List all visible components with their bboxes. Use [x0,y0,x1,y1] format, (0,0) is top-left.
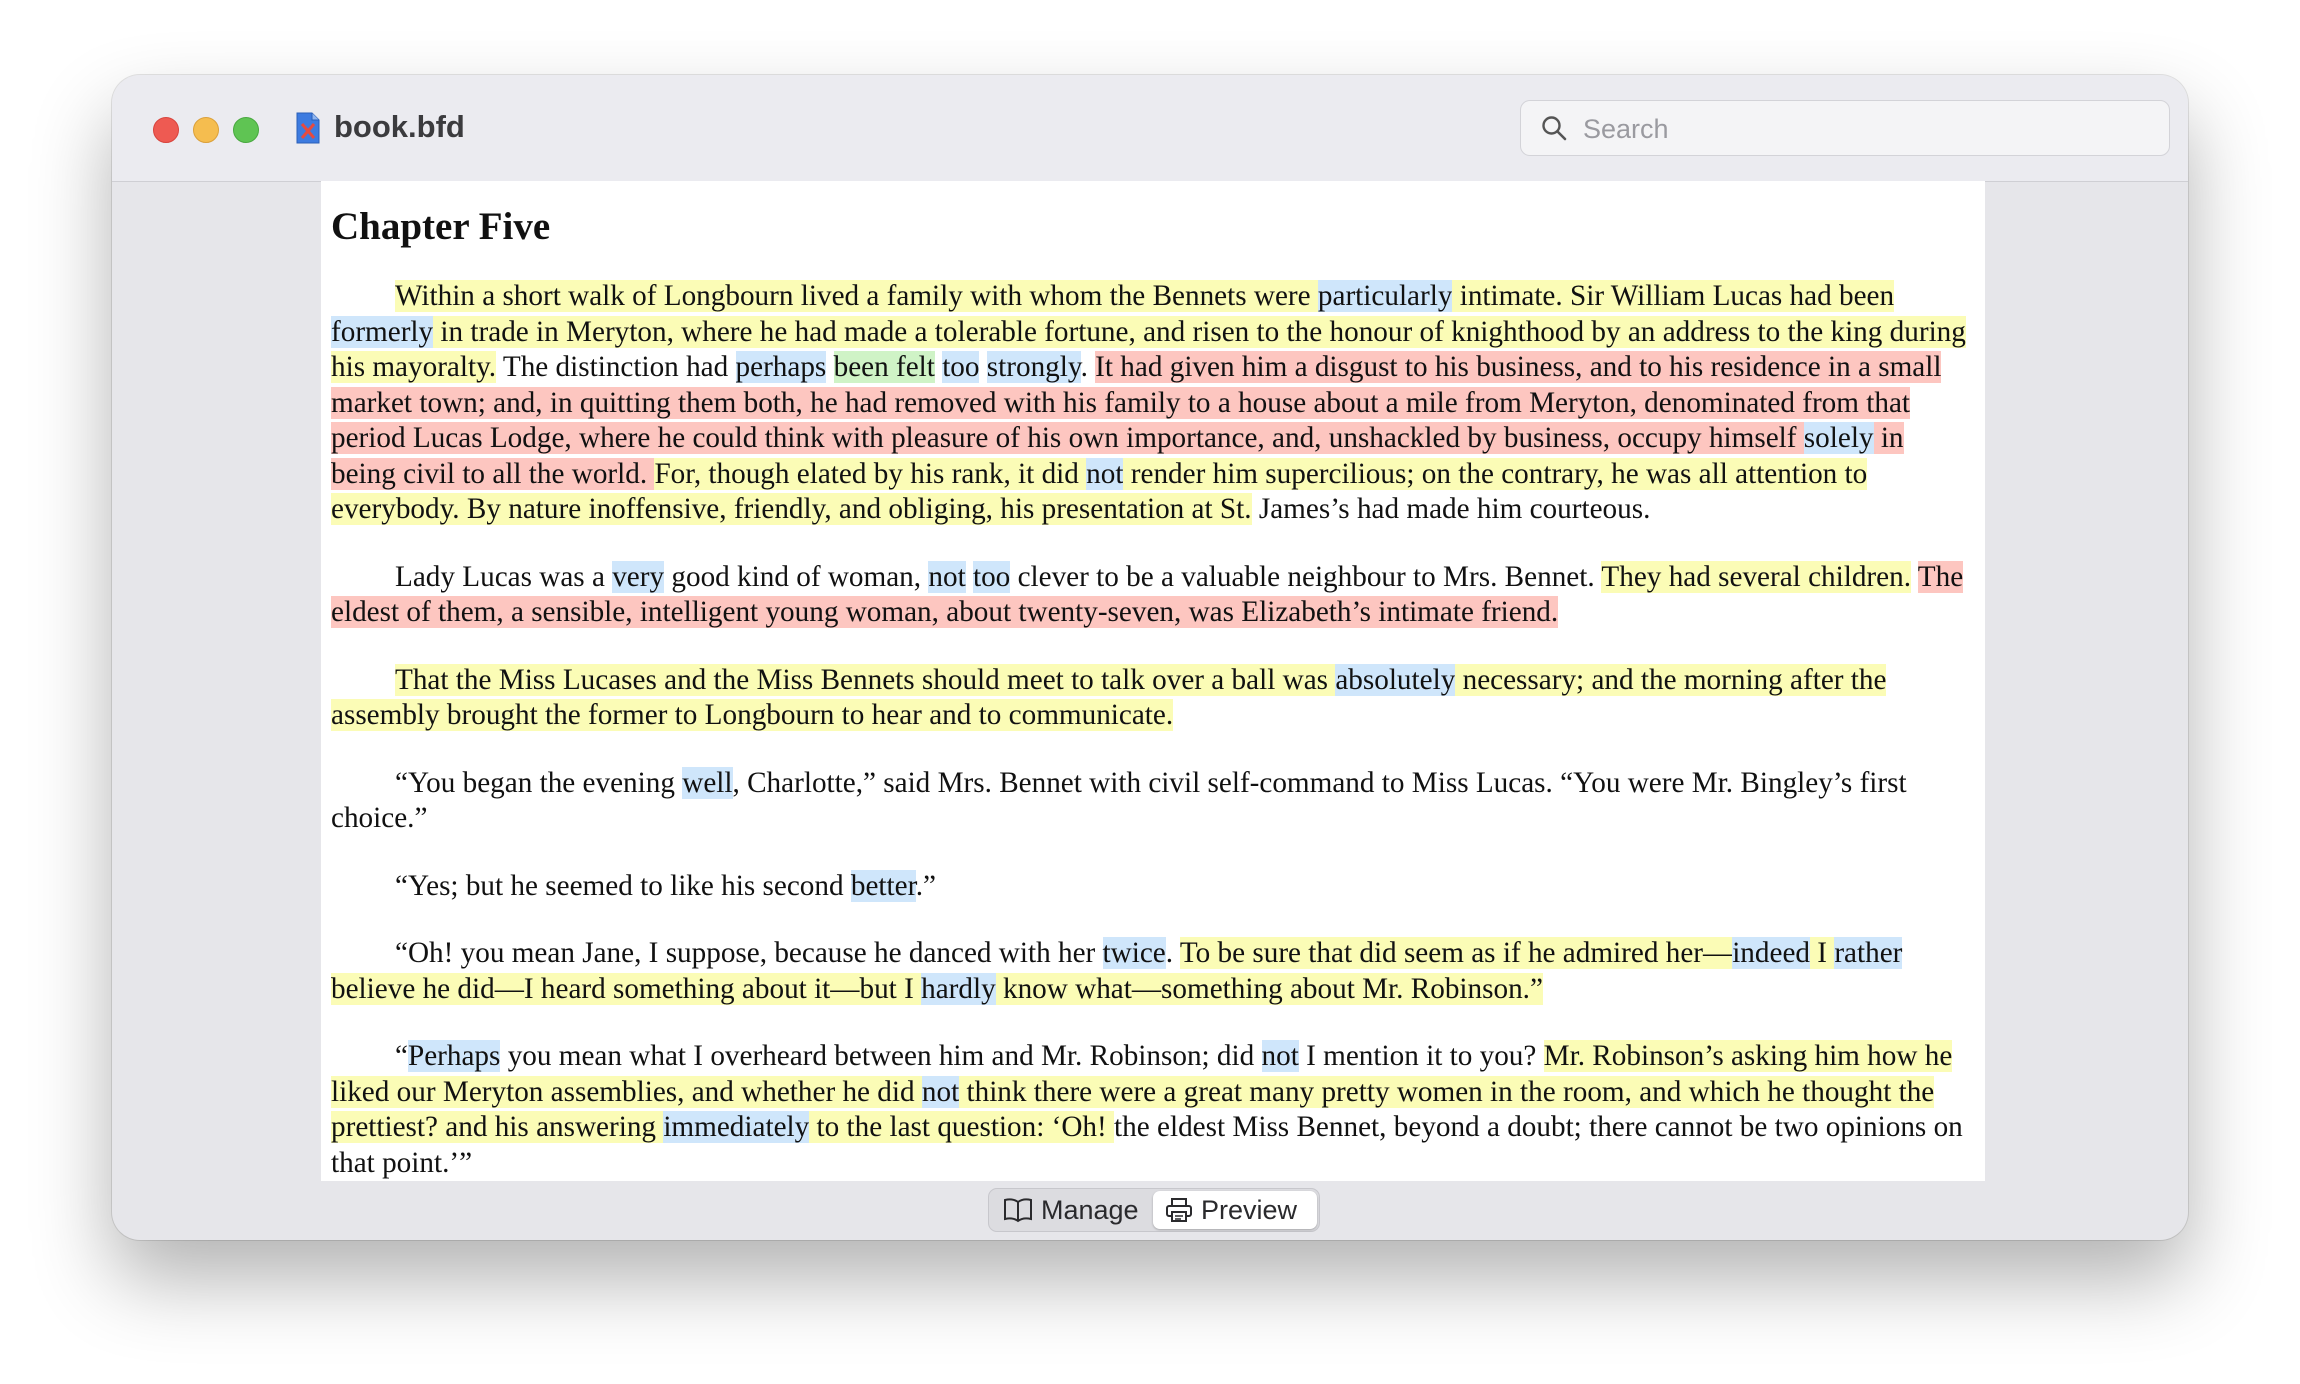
text-span: “ [395,1040,408,1072]
highlight-span: better [850,869,916,902]
zoom-window-button[interactable] [233,117,259,143]
text-span [979,351,986,383]
highlight-span: believe he did—I heard something about i… [331,972,922,1005]
text-span: Lady Lucas was a [395,560,613,593]
highlight-span: twice [1102,937,1166,969]
highlight-span: well [682,766,733,799]
search-field[interactable] [1520,100,2170,157]
paragraph: “Oh! you mean Jane, I suppose, because h… [331,936,1975,1007]
highlight-span: Within a short walk of Longbourn lived a… [395,280,1318,312]
highlight-span: To be sure that did seem as if he admire… [1179,937,1733,969]
text-span: . [1165,937,1180,969]
highlight-span: Perhaps [407,1040,501,1072]
highlight-span: They had several children. [1601,560,1911,593]
highlight-span: For, though elated by his rank, it did [654,457,1087,490]
text-span: .” [915,869,936,902]
text-span: “Yes; but he seemed to like his second [395,869,851,902]
highlight-span: indeed [1732,937,1810,969]
highlight-span: rather [1834,937,1903,969]
minimize-window-button[interactable] [193,117,219,143]
highlight-span: I [1810,937,1835,969]
text-span: good kind of woman, [664,560,929,593]
document-icon [296,112,320,144]
highlight-span: not [928,560,966,593]
text-span [966,561,973,593]
document-page[interactable]: Chapter Five Within a short walk of Long… [321,181,1985,1181]
app-window: book.bfd Chapter Five Within a short wal… [112,75,2188,1240]
text-span: The distinction had [496,351,736,383]
view-mode-segmented-control: Manage Preview [988,1188,1320,1232]
highlight-span: not [921,1075,960,1108]
text-span [1911,561,1918,593]
highlight-span: immediately [663,1111,810,1143]
text-span: James’s had made him courteous. [1251,493,1651,525]
text-span: you mean what I overheard between him an… [500,1040,1262,1072]
highlight-span: solely [1803,422,1874,454]
manage-button[interactable]: Manage [991,1191,1161,1229]
paragraph: Lady Lucas was a very good kind of woman… [331,560,1975,631]
book-icon [1004,1198,1032,1223]
highlight-span: to the last question: ‘Oh! [809,1111,1115,1143]
close-window-button[interactable] [153,117,179,143]
highlight-span: too [972,560,1011,593]
highlight-span: know what—something about Mr. Robinson.” [995,972,1543,1005]
highlight-span: too [942,351,980,383]
highlight-span: been felt [833,351,935,383]
manage-label: Manage [1041,1194,1139,1225]
search-icon [1542,116,1567,141]
highlight-span: hardly [921,972,996,1005]
paragraph-list: Within a short walk of Longbourn lived a… [331,279,1975,1181]
highlight-span: intimate. Sir William Lucas had been [1452,280,1895,312]
text-span: “Oh! you mean Jane, I suppose, because h… [395,937,1103,969]
highlight-span: not [1261,1040,1299,1072]
highlight-span: strongly [986,351,1081,383]
paragraph: That the Miss Lucases and the Miss Benne… [331,663,1975,734]
paragraph: “Yes; but he seemed to like his second b… [331,869,1975,905]
highlight-span: absolutely [1335,663,1456,696]
highlight-span: very [612,560,665,593]
paragraph: “You began the evening well, Charlotte,”… [331,766,1975,837]
document-content: Chapter Five Within a short walk of Long… [321,181,1985,1181]
highlight-span: formerly [331,315,434,348]
preview-button[interactable]: Preview [1153,1191,1317,1229]
title-bar: book.bfd [112,75,2188,182]
text-span: “You began the evening [395,766,683,799]
preview-label: Preview [1201,1194,1298,1225]
text-span [826,351,833,383]
bottom-toolbar: Manage Preview [112,1188,2188,1232]
paragraph: “Perhaps you mean what I overheard betwe… [331,1039,1975,1181]
highlight-span: particularly [1317,280,1453,312]
paragraph: Within a short walk of Longbourn lived a… [331,279,1975,528]
chapter-title: Chapter Five [331,205,551,248]
text-span: I mention it to you? [1298,1040,1544,1072]
search-input[interactable] [1581,101,2145,157]
highlight-span: That the Miss Lucases and the Miss Benne… [395,663,1336,696]
text-span: . [1080,351,1096,383]
printer-icon [1166,1198,1192,1222]
window-title: book.bfd [334,109,465,144]
text-span: clever to be a valuable neighbour to Mrs… [1010,560,1602,593]
highlight-span: perhaps [735,351,827,383]
highlight-span: not [1086,457,1124,490]
